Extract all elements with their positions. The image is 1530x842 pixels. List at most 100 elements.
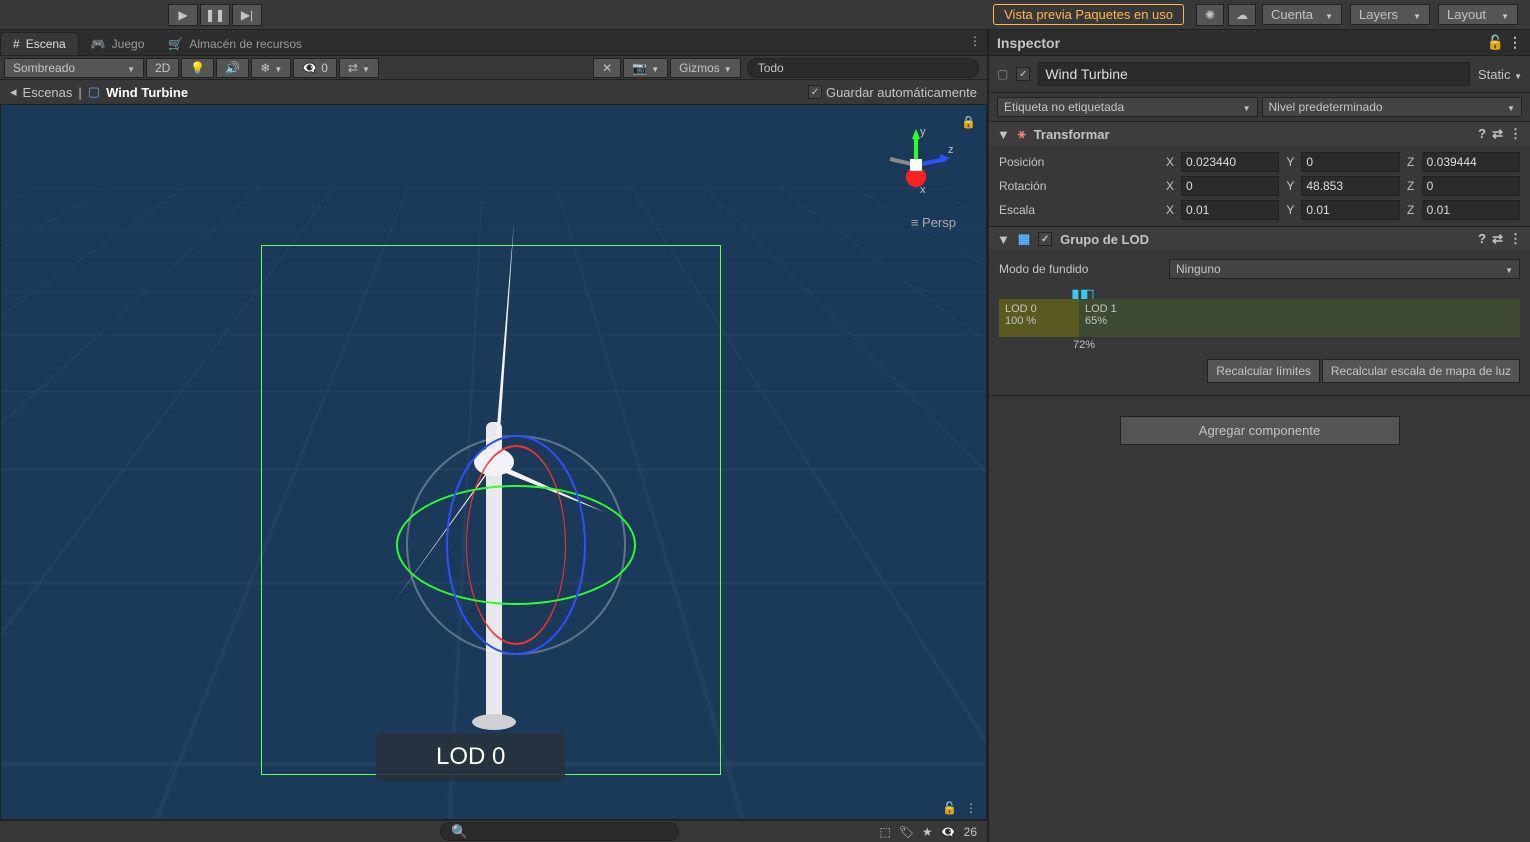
layers-label: Layers [1359, 7, 1398, 22]
rotation-x-input[interactable] [1181, 176, 1279, 196]
recalculate-lightmap-button[interactable]: Recalcular escala de mapa de luz [1322, 359, 1520, 383]
gizmos-label: Gizmos [679, 61, 720, 75]
footer-hidden-count: 26 [964, 825, 977, 839]
hidden-count-toolbar: 0 [321, 61, 328, 75]
scene-fx-dropdown[interactable]: ❄ [251, 58, 291, 78]
shading-label: Sombreado [13, 61, 75, 75]
object-active-checkbox[interactable]: ✓ [1016, 67, 1030, 81]
inspector-panel: Inspector 🔓 ⋮ ▢ ✓ Static Etiqueta no eti… [987, 30, 1530, 842]
autosave-checkbox[interactable]: ✓ [808, 85, 822, 99]
static-dropdown[interactable]: Static [1478, 67, 1522, 82]
fade-mode-dropdown[interactable]: Ninguno [1169, 259, 1520, 279]
shading-mode-dropdown[interactable]: Sombreado [4, 58, 144, 78]
account-dropdown[interactable]: Cuenta [1262, 4, 1342, 25]
help-icon[interactable]: ? [1478, 231, 1486, 247]
lod-bar[interactable]: LOD 0 100 % LOD 1 65% [999, 299, 1520, 337]
layout-dropdown[interactable]: Layout [1438, 4, 1518, 25]
scene-visibility-toggle[interactable]: 👁‍🗨 0 [293, 58, 337, 78]
foldout-icon[interactable]: ▼ [997, 232, 1010, 247]
play-button[interactable]: ▶ [168, 4, 198, 26]
footer-tag-icon[interactable]: 🏷 [899, 825, 914, 839]
rotation-gizmo-z[interactable] [446, 435, 586, 655]
step-button[interactable]: ▶| [232, 4, 262, 26]
autosave-label: Guardar automáticamente [826, 85, 977, 100]
cart-icon: 🛒 [168, 37, 183, 51]
inspector-more-icon[interactable]: ⋮ [1508, 34, 1522, 50]
2d-toggle[interactable]: 2D [146, 58, 179, 78]
lod-group-component: ▼ ▦ ✓ Grupo de LOD ? ⇄ ⋮ Modo de fundido… [989, 227, 1530, 396]
tab-game[interactable]: 🎮Juego [79, 33, 157, 55]
account-label: Cuenta [1271, 7, 1313, 22]
scene-lighting-toggle[interactable]: 💡 [181, 58, 214, 78]
component-more-icon[interactable]: ⋮ [1509, 126, 1522, 142]
svg-text:y: y [920, 126, 926, 138]
footer-search-input[interactable] [440, 822, 679, 841]
object-header: ▢ ✓ Static [989, 56, 1530, 93]
scale-x-input[interactable] [1181, 200, 1279, 220]
footer-star-icon[interactable]: ★ [922, 825, 933, 839]
lod0-segment[interactable]: LOD 0 100 % [999, 299, 1079, 337]
scene-tab-bar: #Escena 🎮Juego 🛒 Almacén de recursos ⋮ [0, 30, 987, 56]
rotation-z-input[interactable] [1422, 176, 1520, 196]
help-icon[interactable]: ? [1478, 126, 1486, 142]
orientation-gizmo[interactable]: y z x [876, 125, 956, 205]
scene-viewport[interactable]: LOD 0 y z x ≡ Persp 🔒 [0, 104, 987, 820]
tab-asset-store[interactable]: 🛒 Almacén de recursos [156, 33, 314, 55]
scene-audio-toggle[interactable]: 🔊 [216, 58, 249, 78]
svg-text:z: z [948, 144, 954, 156]
breadcrumb-bar: ◂ Escenas | ▢ Wind Turbine ✓ Guardar aut… [0, 80, 987, 104]
tag-dropdown[interactable]: Etiqueta no etiquetada [997, 97, 1258, 117]
footer-lock-icon[interactable]: 🔓 [942, 801, 957, 815]
grid-icon: # [13, 37, 20, 51]
recalculate-bounds-button[interactable]: Recalcular límites [1207, 359, 1320, 383]
footer-more-icon[interactable]: ⋮ [965, 801, 977, 815]
tab-assets-label: Almacén de recursos [189, 37, 302, 51]
add-component-button[interactable]: Agregar componente [1120, 416, 1400, 445]
component-more-icon[interactable]: ⋮ [1509, 231, 1522, 247]
lod-camera-percent: 72% [1073, 339, 1520, 351]
gizmos-dropdown[interactable]: Gizmos [670, 58, 741, 78]
y-label: Y [1283, 155, 1297, 169]
lod1-segment[interactable]: LOD 1 65% [1079, 299, 1520, 337]
position-x-input[interactable] [1181, 152, 1279, 172]
preset-icon[interactable]: ⇄ [1492, 126, 1503, 142]
scene-tools-icon[interactable]: ✕ [593, 58, 621, 78]
breadcrumb-object[interactable]: Wind Turbine [106, 85, 188, 100]
position-y-input[interactable] [1301, 152, 1399, 172]
lighting-icon[interactable]: ✺ [1196, 4, 1224, 26]
layers-dropdown[interactable]: Layers [1350, 4, 1430, 25]
transform-header[interactable]: ▼ ⚹ Transformar ? ⇄ ⋮ [989, 122, 1530, 146]
lod-enabled-checkbox[interactable]: ✓ [1038, 232, 1052, 246]
rotation-y-input[interactable] [1301, 176, 1399, 196]
tab-scene[interactable]: #Escena [0, 32, 79, 55]
projection-label[interactable]: ≡ Persp [911, 215, 956, 230]
lod-header[interactable]: ▼ ▦ ✓ Grupo de LOD ? ⇄ ⋮ [989, 227, 1530, 251]
transform-title: Transformar [1034, 127, 1110, 142]
pause-button[interactable]: ❚❚ [200, 4, 230, 26]
back-icon[interactable]: ◂ [10, 84, 17, 100]
viewport-lock-icon[interactable]: 🔒 [961, 115, 976, 129]
foldout-icon[interactable]: ▼ [997, 127, 1010, 142]
breadcrumb-scenes[interactable]: Escenas [23, 85, 73, 100]
preset-icon[interactable]: ⇄ [1492, 231, 1503, 247]
object-name-input[interactable] [1038, 62, 1470, 86]
scale-label: Escala [999, 203, 1159, 217]
cloud-icon[interactable]: ☁ [1228, 4, 1256, 26]
preview-packages-badge[interactable]: Vista previa Paquetes en uso [993, 4, 1184, 25]
footer-hierarchy-icon[interactable]: ⬚ [879, 825, 890, 839]
gamepad-icon: 🎮 [91, 37, 106, 51]
lod0-name: LOD 0 [1005, 303, 1073, 315]
footer-hidden-icon[interactable]: 👁‍🗨 [941, 825, 956, 839]
layer-dropdown[interactable]: Nivel predeterminado [1262, 97, 1523, 117]
lod1-pct: 65% [1085, 315, 1514, 327]
transform-component: ▼ ⚹ Transformar ? ⇄ ⋮ Posición X Y Z Rot… [989, 122, 1530, 227]
scene-search-input[interactable] [747, 58, 979, 78]
position-z-input[interactable] [1422, 152, 1520, 172]
top-toolbar: ▶ ❚❚ ▶| Vista previa Paquetes en uso ✺ ☁… [0, 0, 1530, 30]
scene-camera-icon-dropdown[interactable]: 📷 [623, 58, 668, 78]
tab-more-icon[interactable]: ⋮ [969, 34, 981, 48]
scale-z-input[interactable] [1422, 200, 1520, 220]
inspector-lock-icon[interactable]: 🔓 [1487, 34, 1504, 50]
scene-camera-dropdown[interactable]: ⇄ [339, 58, 379, 78]
scale-y-input[interactable] [1301, 200, 1399, 220]
